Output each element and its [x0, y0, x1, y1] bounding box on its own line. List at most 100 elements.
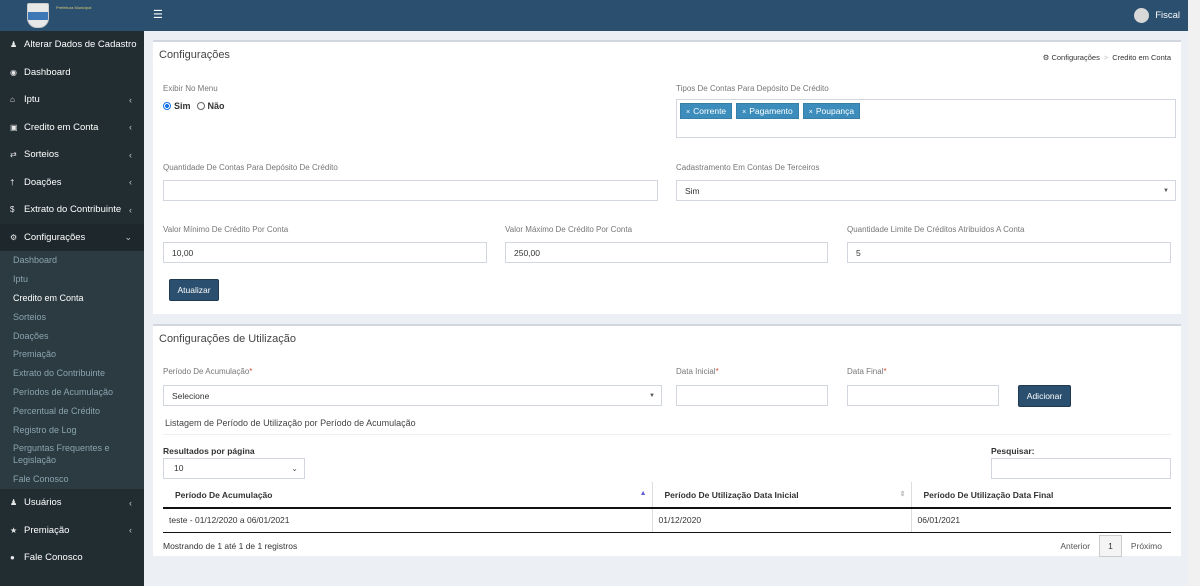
sidebar-subitem[interactable]: Registro de Log [0, 420, 144, 439]
table-cell: teste - 01/12/2020 a 06/01/2021 [163, 508, 653, 533]
sidebar-item-iptu[interactable]: ⌂ Iptu ‹ [0, 86, 144, 114]
column-header[interactable]: Período De Utilização Data Final [911, 482, 1171, 509]
scrollbar[interactable] [1188, 0, 1200, 586]
chevron-left-icon: ‹ [129, 525, 132, 536]
qtd-label: Quantidade De Contas Para Depósito De Cr… [163, 163, 338, 172]
city-coat-of-arms [27, 3, 49, 28]
prev-page-button[interactable]: Anterior [1051, 536, 1099, 556]
sidebar-subitem[interactable]: Sorteios [0, 307, 144, 326]
next-page-button[interactable]: Próximo [1122, 536, 1171, 556]
random-icon: ⇄ [10, 150, 17, 160]
breadcrumb: ⚙ Configurações > Credito em Conta [1042, 53, 1171, 62]
sidebar-item-sorteios[interactable]: ⇄ Sorteios ‹ [0, 141, 144, 169]
radio-sim[interactable] [163, 102, 171, 110]
comments-icon: ● [10, 553, 15, 563]
periodo-label: Período De Acumulação* [163, 367, 253, 376]
sidebar-item-fale-conosco[interactable]: ● Fale Conosco [0, 544, 144, 572]
table-cell: 01/12/2020 [652, 508, 912, 533]
tag-corrente[interactable]: × Corrente [680, 103, 733, 119]
valor-maximo-input[interactable]: 250,00 [505, 242, 828, 263]
sidebar-item-credito-em-conta[interactable]: ▣ Credito em Conta ‹ [0, 114, 144, 142]
remove-icon[interactable]: × [686, 109, 690, 116]
radio-nao[interactable] [196, 102, 205, 110]
sidebar-subitem[interactable]: Extrato do Contribuinte [0, 364, 144, 383]
section-title: Configurações de Utilização [159, 333, 296, 345]
config-panel: Configurações ⚙ Configurações > Credito em… [153, 40, 1181, 314]
column-header[interactable]: Período De Utilização Data Inicial ⇕ [652, 482, 912, 509]
usage-panel: Configurações de Utilização Período De A… [153, 324, 1181, 557]
page-button[interactable]: 1 [1099, 535, 1122, 557]
chevron-left-icon: ‹ [129, 149, 132, 160]
table-row: teste - 01/12/2020 a 06/01/2021 01/12/20… [163, 508, 1171, 533]
sidebar-item-configuracoes[interactable]: ⚙ Configurações ⌄ [0, 223, 144, 251]
home-icon: ⌂ [10, 95, 15, 105]
money-icon: ▣ [10, 122, 18, 132]
terceiros-select[interactable]: Sim ▼ [676, 180, 1176, 201]
sidebar-item-premiacao[interactable]: ★ Premiação ‹ [0, 516, 144, 544]
sidebar-subitem[interactable]: Perguntas Frequentes e Legislação [0, 439, 144, 470]
limite-label: Quantidade Limite De Créditos Atribuídos… [847, 225, 1025, 234]
add-button[interactable]: Adicionar [1018, 385, 1071, 407]
per-page-select[interactable]: 10 ⌄ [163, 458, 305, 479]
caret-down-icon: ▼ [1163, 188, 1169, 194]
chevron-left-icon: ‹ [129, 94, 132, 105]
chevron-down-icon: ⌄ [291, 464, 298, 473]
chevron-left-icon: ‹ [129, 204, 132, 215]
periodo-select[interactable]: Selecione ▼ [163, 385, 662, 406]
sidebar-subitem[interactable]: Percentual de Crédito [0, 401, 144, 420]
tag-poupanca[interactable]: × Poupança [802, 103, 861, 119]
sort-icon: ⇕ [899, 491, 906, 498]
users-icon: ♟ [10, 498, 18, 508]
sidebar-subitem[interactable]: Premiação [0, 345, 144, 364]
periodos-table: Período De Acumulação ▲ Período De Utiliz… [163, 482, 1171, 533]
data-inicial-label: Data Inicial* [676, 367, 719, 376]
logo[interactable]: Prefeitura Municipal [0, 0, 144, 31]
breadcrumb-link[interactable]: Configurações [1051, 53, 1099, 62]
data-inicial-input[interactable] [676, 385, 828, 406]
remove-icon[interactable]: × [809, 109, 813, 116]
user-menu[interactable]: Fiscal [1134, 8, 1180, 23]
page-title: Configurações [159, 49, 230, 61]
trophy-icon: ★ [10, 525, 18, 535]
sidebar-subitem[interactable]: Períodos de Acumulação [0, 383, 144, 402]
valor-minimo-input[interactable]: 10,00 [163, 242, 487, 263]
update-button[interactable]: Atualizar [169, 279, 219, 301]
user-icon: ♟ [10, 40, 18, 50]
avatar [1134, 8, 1150, 23]
qtd-contas-input[interactable] [163, 180, 658, 201]
table-cell: 06/01/2021 [911, 508, 1171, 533]
data-final-label: Data Final* [847, 367, 887, 376]
tag-pagamento[interactable]: × Pagamento [736, 103, 799, 119]
search-input[interactable] [991, 458, 1171, 479]
sidebar-item-usuarios[interactable]: ♟ Usuários ‹ [0, 489, 144, 517]
menu-toggle-icon[interactable]: ☰ [153, 8, 163, 21]
account-types-select[interactable]: × Corrente × Pagamento × Poupança [676, 99, 1176, 138]
menu-label: Exibir No Menu [163, 84, 218, 93]
min-label: Valor Mínimo De Crédito Por Conta [163, 225, 289, 234]
sidebar-subitem[interactable]: Doações [0, 326, 144, 345]
menu-radio-group: Sim Não [163, 101, 225, 111]
sidebar-subitem[interactable]: Fale Conosco [0, 470, 144, 489]
list-title: Listagem de Período de Utilização por Pe… [165, 418, 416, 428]
gift-icon: † [10, 177, 15, 187]
table-info: Mostrando de 1 até 1 de 1 registros [163, 541, 298, 551]
data-final-input[interactable] [847, 385, 999, 406]
sidebar-subitem[interactable]: Iptu [0, 270, 144, 289]
remove-icon[interactable]: × [742, 109, 746, 116]
gear-icon: ⚙ [10, 232, 18, 242]
sidebar-item-alterar-dados[interactable]: ♟ Alterar Dados de Cadastro [0, 31, 144, 59]
chevron-left-icon: ‹ [129, 122, 132, 133]
search-label: Pesquisar: [991, 446, 1035, 456]
sidebar-item-dashboard[interactable]: ◉ Dashboard [0, 59, 144, 87]
user-name: Fiscal [1155, 10, 1180, 21]
pagination: Anterior 1 Próximo [1051, 535, 1171, 557]
sidebar: Prefeitura Municipal ♟ Alterar Dados de C… [0, 0, 144, 586]
column-header[interactable]: Período De Acumulação ▲ [163, 482, 653, 509]
sidebar-item-doacoes[interactable]: † Doações ‹ [0, 169, 144, 197]
sidebar-item-extrato[interactable]: $ Extrato do Contribuinte ‹ [0, 196, 144, 224]
sidebar-subitem[interactable]: Dashboard [0, 251, 144, 270]
sidebar-subitem-active[interactable]: Credito em Conta [0, 289, 144, 308]
dollar-icon: $ [10, 205, 15, 215]
gear-icon: ⚙ [1042, 53, 1050, 62]
limite-creditos-input[interactable]: 5 [847, 242, 1171, 263]
